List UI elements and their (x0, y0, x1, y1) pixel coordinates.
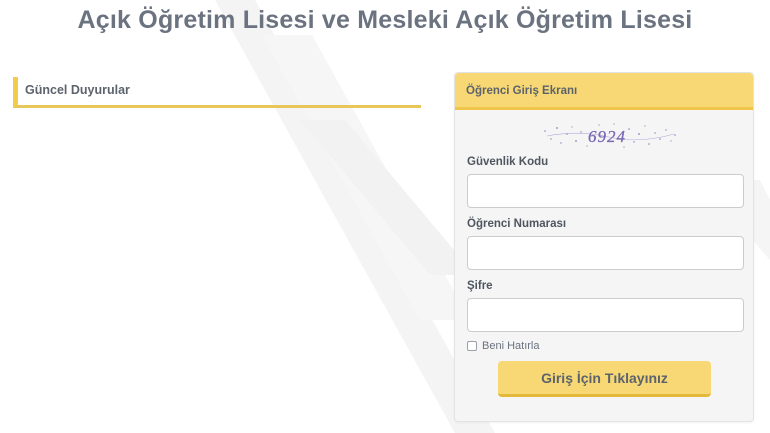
page-title: Açık Öğretim Lisesi ve Mesleki Açık Öğre… (77, 6, 693, 34)
remember-checkbox[interactable] (467, 341, 477, 351)
password-label: Şifre (467, 280, 493, 292)
login-submit-button[interactable]: Giriş İçin Tıklayınız (498, 361, 711, 397)
captcha-text: 6924 (588, 127, 626, 146)
student-number-label: Öğrenci Numarası (467, 218, 567, 230)
student-number-input[interactable] (467, 236, 744, 270)
news-header: Güncel Duyurular (13, 77, 421, 108)
captcha-image: 6924 (544, 123, 676, 148)
remember-me[interactable]: Beni Hatırla (467, 339, 539, 353)
password-input[interactable] (467, 298, 744, 332)
login-title: Öğrenci Giriş Ekranı (466, 85, 578, 97)
news-panel: Güncel Duyurular (13, 77, 421, 108)
login-panel: Öğrenci Giriş Ekranı 6924 Güvenlik Kodu … (454, 72, 754, 422)
remember-label: Beni Hatırla (482, 340, 540, 352)
news-title: Güncel Duyurular (25, 83, 130, 97)
security-code-input[interactable] (467, 174, 744, 208)
login-header: Öğrenci Giriş Ekranı (455, 73, 753, 110)
security-code-label: Güvenlik Kodu (467, 156, 549, 168)
